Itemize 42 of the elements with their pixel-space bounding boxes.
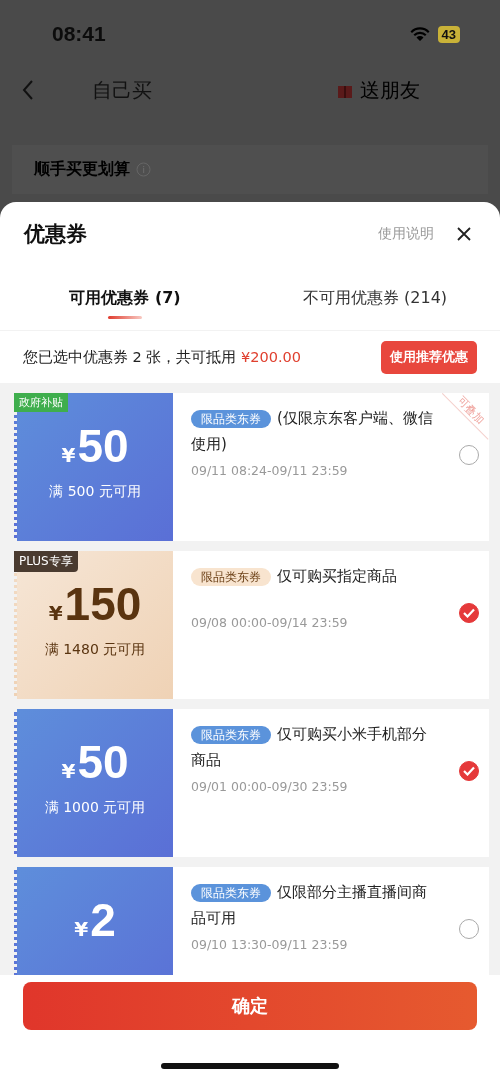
coupon-amount: 50: [77, 423, 129, 469]
coupon-description: 限品类东券 仅可购买指定商品: [191, 563, 437, 589]
coupon-tab[interactable]: 不可用优惠券 (214): [250, 266, 500, 330]
recommend-button[interactable]: 使用推荐优惠: [381, 340, 477, 374]
battery-level: 43: [437, 25, 460, 43]
coupon-validity: 09/01 00:00-09/30 23:59: [191, 779, 349, 794]
coupon-amount: 2: [90, 897, 116, 943]
coupon-condition: 满 1480 元可用: [44, 641, 146, 659]
coupon-description: 限品类东券 仅可购买小米手机部分商品: [191, 724, 428, 771]
currency-sign: ¥: [48, 601, 63, 625]
coupon-description: 限品类东券 仅限部分主播直播间商品可用: [191, 882, 428, 929]
coupon-validity: 09/08 00:00-09/14 23:59: [191, 615, 349, 630]
coupon-card[interactable]: 限品类东券 仅可购买小米手机部分商品 09/01 00:00-09/30 23:59: [173, 709, 489, 857]
currency-sign: ¥: [61, 759, 76, 783]
coupon-condition: 满 500 元可用: [49, 483, 141, 501]
coupon-amount: 150: [64, 581, 142, 627]
confirm-button[interactable]: 确定: [23, 982, 477, 1030]
coupon-card[interactable]: 限品类东券 仅限部分主播直播间商品可用 09/10 13:30-09/11 23:59: [173, 867, 489, 975]
currency-sign: ¥: [61, 443, 76, 467]
back-icon[interactable]: [22, 79, 34, 101]
coupon-checkbox[interactable]: [459, 603, 479, 623]
coupon-validity: 09/11 08:24-09/11 23:59: [191, 463, 349, 478]
check-icon: [463, 766, 475, 776]
coupon-card[interactable]: 可叠加 限品类东券 (仅限京东客户端、微信使用) 09/11 08:24-09/11 23:59: [173, 393, 489, 541]
coupon-card[interactable]: 限品类东券 仅可购买指定商品 09/08 00:00-09/14 23:59: [173, 551, 489, 699]
status-time: 08:41: [52, 22, 106, 46]
coupon-tab[interactable]: 可用优惠券 (7): [0, 266, 250, 330]
coupon-validity: 09/10 13:30-09/11 23:59: [191, 937, 349, 952]
check-icon: [463, 608, 475, 618]
summary-text: 您已选中优惠券 2 张，共可抵用 ¥200.00: [23, 347, 302, 367]
stackable-stamp: 可叠加: [441, 393, 489, 440]
sheet-title: 优惠券: [24, 221, 88, 248]
coupon-amount: 50: [77, 739, 129, 785]
coupon-checkbox[interactable]: [459, 761, 479, 781]
currency-sign: ¥: [74, 917, 89, 941]
section-title: 顺手买更划算: [34, 159, 130, 180]
close-icon[interactable]: [456, 226, 472, 242]
coupon-condition: 满 1000 元可用: [44, 799, 146, 817]
coupon-description: 限品类东券 (仅限京东客户端、微信使用): [191, 408, 434, 455]
coupon-badge: PLUS专享: [14, 551, 78, 572]
wifi-icon: [409, 26, 430, 42]
coupon-badge: 政府补贴: [14, 393, 68, 412]
